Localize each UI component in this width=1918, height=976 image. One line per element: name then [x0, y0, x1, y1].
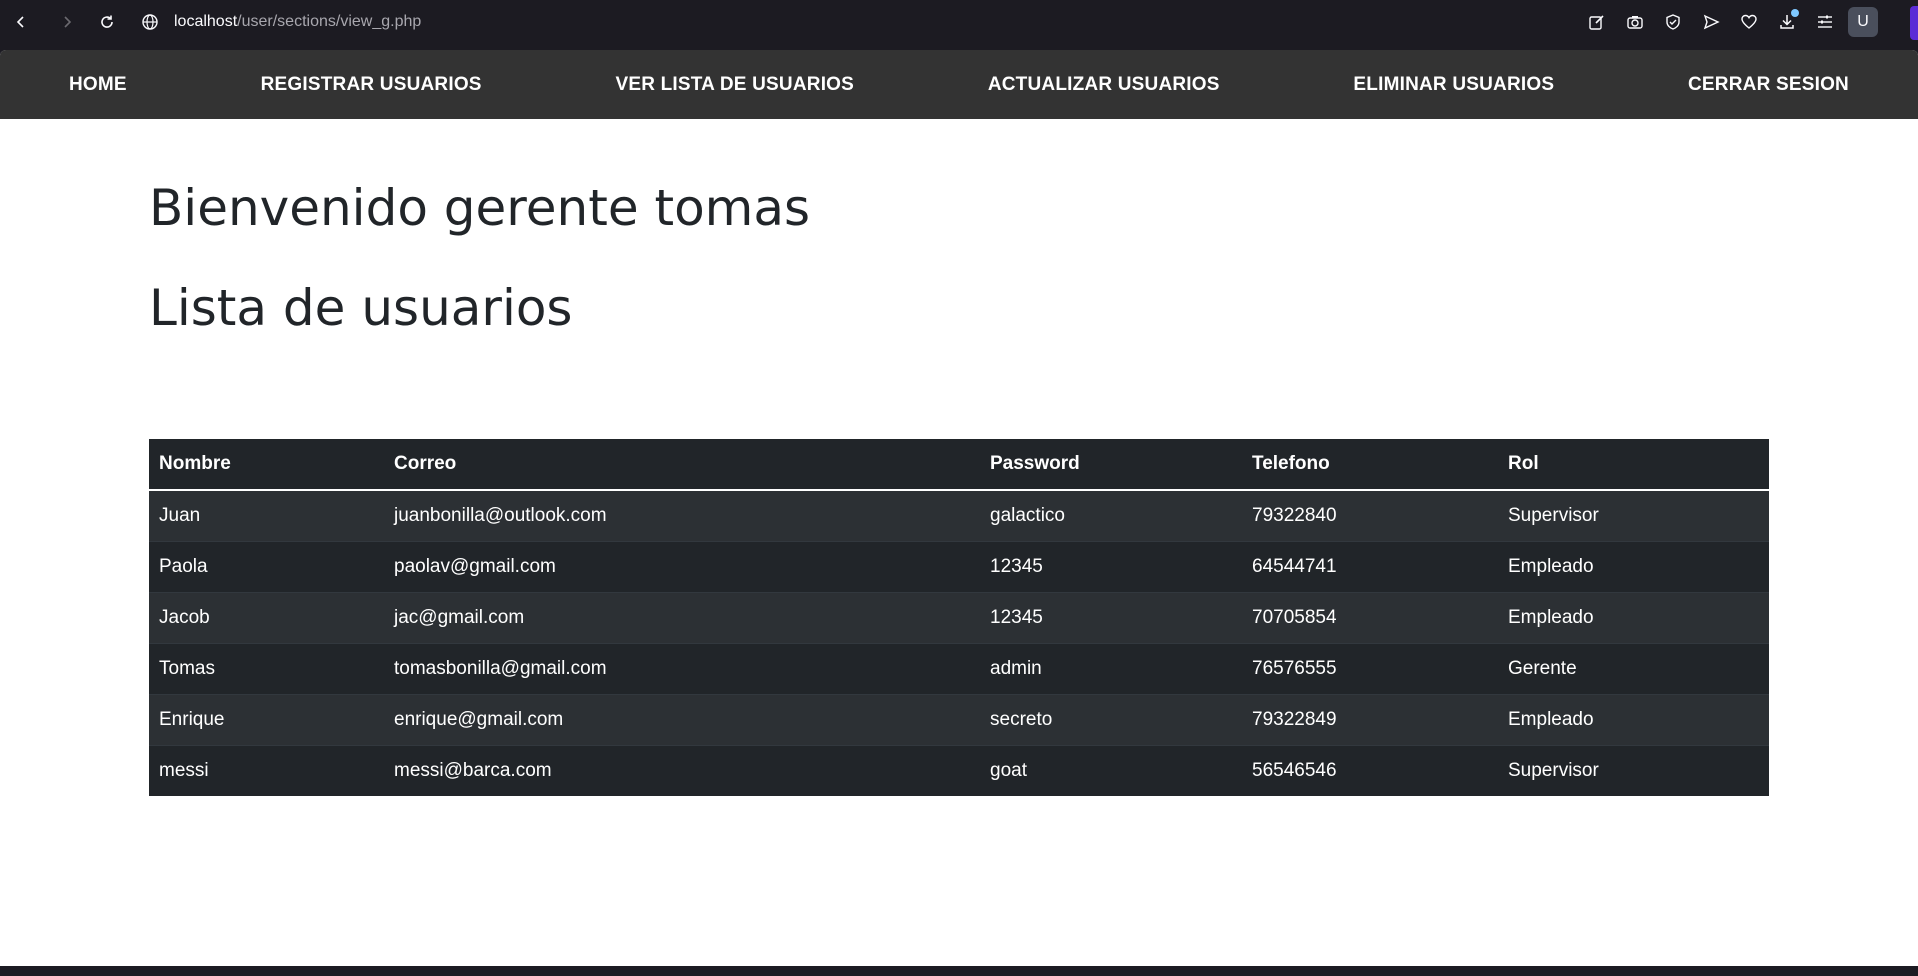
table-row: Juan juanbonilla@outlook.com galactico 7…: [149, 489, 1769, 541]
download-icon[interactable]: [1772, 7, 1802, 37]
profile-avatar[interactable]: U: [1848, 7, 1878, 37]
main-content: Bienvenido gerente tomas Lista de usuari…: [0, 183, 1918, 333]
forward-icon[interactable]: [52, 7, 82, 37]
table-row: Enrique enrique@gmail.com secreto 793228…: [149, 693, 1769, 745]
camera-icon[interactable]: [1620, 7, 1650, 37]
col-header-telefono: Telefono: [1242, 439, 1498, 491]
users-table: Nombre Correo Password Telefono Rol Juan…: [149, 439, 1769, 796]
cell-correo: juanbonilla@outlook.com: [384, 489, 980, 541]
cell-password: 12345: [980, 591, 1242, 643]
page-title: Lista de usuarios: [149, 279, 573, 337]
cell-correo: tomasbonilla@gmail.com: [384, 642, 980, 694]
main-navigation: HOME REGISTRAR USUARIOS VER LISTA DE USU…: [0, 50, 1918, 119]
table-row: Paola paolav@gmail.com 12345 64544741 Em…: [149, 540, 1769, 592]
cell-correo: enrique@gmail.com: [384, 693, 980, 745]
send-icon[interactable]: [1696, 7, 1726, 37]
cell-nombre: Jacob: [149, 591, 384, 643]
cell-nombre: Paola: [149, 540, 384, 592]
cell-telefono: 76576555: [1242, 642, 1498, 694]
col-header-correo: Correo: [384, 439, 980, 491]
url-host: localhost: [174, 13, 238, 30]
cell-correo: messi@barca.com: [384, 744, 980, 796]
cell-telefono: 64544741: [1242, 540, 1498, 592]
page-viewport: HOME REGISTRAR USUARIOS VER LISTA DE USU…: [0, 50, 1918, 966]
cell-nombre: Tomas: [149, 642, 384, 694]
cell-password: 12345: [980, 540, 1242, 592]
cell-nombre: Enrique: [149, 693, 384, 745]
globe-icon: [142, 14, 158, 30]
cell-password: secreto: [980, 693, 1242, 745]
toolbar-actions: U: [1582, 7, 1878, 37]
table-row: Jacob jac@gmail.com 12345 70705854 Emple…: [149, 591, 1769, 643]
cell-rol: Empleado: [1498, 591, 1769, 643]
table-header-row: Nombre Correo Password Telefono Rol: [149, 439, 1769, 491]
reload-icon[interactable]: [92, 7, 122, 37]
browser-toolbar: localhost/user/sections/view_g.php U: [0, 0, 1918, 46]
cell-telefono: 70705854: [1242, 591, 1498, 643]
nav-actualizar-usuarios[interactable]: ACTUALIZAR USUARIOS: [988, 74, 1220, 96]
settings-sliders-icon[interactable]: [1810, 7, 1840, 37]
cell-password: galactico: [980, 489, 1242, 541]
url-path: /user/sections/view_g.php: [237, 13, 422, 30]
back-icon[interactable]: [6, 7, 36, 37]
col-header-password: Password: [980, 439, 1242, 491]
cell-password: goat: [980, 744, 1242, 796]
cell-nombre: messi: [149, 744, 384, 796]
cell-rol: Supervisor: [1498, 744, 1769, 796]
table-row: messi messi@barca.com goat 56546546 Supe…: [149, 744, 1769, 796]
welcome-heading: Bienvenido gerente tomas: [149, 179, 811, 237]
shield-icon[interactable]: [1658, 7, 1688, 37]
cell-rol: Gerente: [1498, 642, 1769, 694]
address-bar[interactable]: localhost/user/sections/view_g.php: [140, 8, 421, 36]
nav-registrar-usuarios[interactable]: REGISTRAR USUARIOS: [261, 74, 482, 96]
cell-nombre: Juan: [149, 489, 384, 541]
cell-rol: Empleado: [1498, 693, 1769, 745]
cell-correo: jac@gmail.com: [384, 591, 980, 643]
sidebar-accent: [1910, 6, 1918, 40]
cell-rol: Empleado: [1498, 540, 1769, 592]
nav-cerrar-sesion[interactable]: CERRAR SESION: [1688, 74, 1849, 96]
cell-rol: Supervisor: [1498, 489, 1769, 541]
cell-password: admin: [980, 642, 1242, 694]
edit-icon[interactable]: [1582, 7, 1612, 37]
nav-home[interactable]: HOME: [69, 74, 127, 96]
nav-ver-lista-usuarios[interactable]: VER LISTA DE USUARIOS: [615, 74, 854, 96]
cell-correo: paolav@gmail.com: [384, 540, 980, 592]
col-header-rol: Rol: [1498, 439, 1769, 491]
cell-telefono: 56546546: [1242, 744, 1498, 796]
col-header-nombre: Nombre: [149, 439, 384, 491]
table-row: Tomas tomasbonilla@gmail.com admin 76576…: [149, 642, 1769, 694]
notification-dot: [1791, 9, 1799, 17]
cell-telefono: 79322840: [1242, 489, 1498, 541]
heart-icon[interactable]: [1734, 7, 1764, 37]
nav-eliminar-usuarios[interactable]: ELIMINAR USUARIOS: [1353, 74, 1554, 96]
taskbar-strip: [0, 966, 1918, 976]
cell-telefono: 79322849: [1242, 693, 1498, 745]
